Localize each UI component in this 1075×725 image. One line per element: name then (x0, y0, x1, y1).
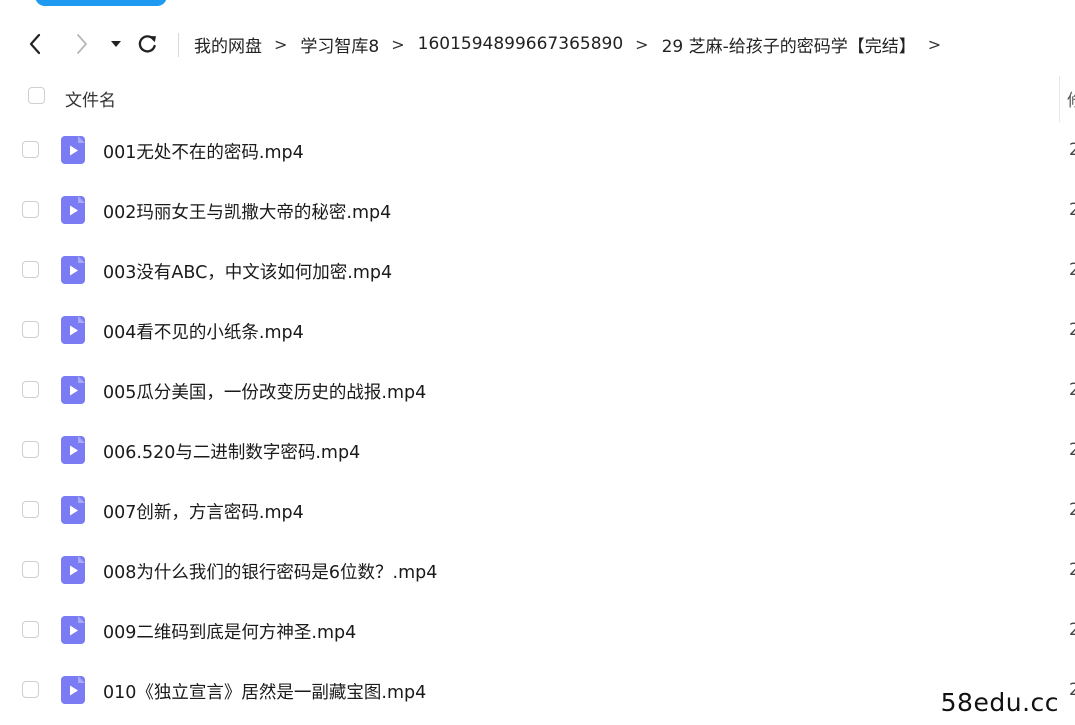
column-divider[interactable] (1059, 76, 1060, 122)
row-checkbox[interactable] (22, 201, 39, 218)
nav-divider (178, 33, 179, 57)
video-file-icon (61, 556, 85, 584)
file-row[interactable]: 006.520与二进制数字密码.mp4 2 (0, 420, 1075, 480)
file-row[interactable]: 005瓜分美国，一份改变历史的战报.mp4 2 (0, 360, 1075, 420)
row-checkbox[interactable] (22, 621, 39, 638)
file-name[interactable]: 003没有ABC，中文该如何加密.mp4 (103, 259, 392, 284)
row-checkbox[interactable] (22, 321, 39, 338)
file-row[interactable]: 004看不见的小纸条.mp4 2 (0, 300, 1075, 360)
file-row[interactable]: 009二维码到底是何方神圣.mp4 2 (0, 600, 1075, 660)
video-file-icon (61, 436, 85, 464)
modified-date: 2 (1069, 440, 1075, 460)
chevron-right-icon (77, 34, 87, 54)
file-row[interactable]: 008为什么我们的银行密码是6位数？.mp4 2 (0, 540, 1075, 600)
row-checkbox[interactable] (22, 561, 39, 578)
video-file-icon (61, 376, 85, 404)
modified-date: 2 (1069, 140, 1075, 160)
file-name[interactable]: 001无处不在的密码.mp4 (103, 139, 304, 164)
row-checkbox[interactable] (22, 441, 39, 458)
video-file-icon (61, 316, 85, 344)
file-list-header: 文件名 修 (0, 72, 1075, 122)
column-header-name[interactable]: 文件名 (65, 86, 116, 111)
modified-date: 2 (1069, 680, 1075, 700)
file-name[interactable]: 009二维码到底是何方神圣.mp4 (103, 619, 356, 644)
modified-date: 2 (1069, 620, 1075, 640)
refresh-button[interactable] (134, 22, 160, 66)
history-dropdown-button[interactable] (106, 22, 126, 66)
video-file-icon (61, 676, 85, 704)
file-name[interactable]: 007创新，方言密码.mp4 (103, 499, 304, 524)
video-file-icon (61, 496, 85, 524)
row-checkbox[interactable] (22, 381, 39, 398)
modified-date: 2 (1069, 260, 1075, 280)
breadcrumb-item-current[interactable]: 29 芝麻-给孩子的密码学【完结】 (662, 32, 916, 57)
breadcrumb-item-library[interactable]: 学习智库8 (300, 32, 379, 57)
modified-date: 2 (1069, 560, 1075, 580)
file-name[interactable]: 008为什么我们的银行密码是6位数？.mp4 (103, 559, 437, 584)
breadcrumb: 我的网盘 > 学习智库8 > 1601594899667365890 > 29 … (194, 22, 954, 66)
breadcrumb-item-id-folder[interactable]: 1601594899667365890 (418, 34, 624, 54)
row-checkbox[interactable] (22, 261, 39, 278)
video-file-icon (61, 136, 85, 164)
file-row[interactable]: 007创新，方言密码.mp4 2 (0, 480, 1075, 540)
file-name[interactable]: 010《独立宣言》居然是一副藏宝图.mp4 (103, 679, 426, 704)
file-row[interactable]: 002玛丽女王与凯撒大帝的秘密.mp4 2 (0, 180, 1075, 240)
row-checkbox[interactable] (22, 681, 39, 698)
row-checkbox[interactable] (22, 141, 39, 158)
modified-date: 2 (1069, 500, 1075, 520)
upload-button[interactable] (35, 0, 167, 6)
breadcrumb-separator: > (274, 34, 288, 54)
video-file-icon (61, 196, 85, 224)
watermark: 58edu.cc (940, 688, 1059, 717)
column-header-modified[interactable]: 修 (1067, 86, 1075, 111)
modified-date: 2 (1069, 320, 1075, 340)
file-name[interactable]: 005瓜分美国，一份改变历史的战报.mp4 (103, 379, 426, 404)
video-file-icon (61, 616, 85, 644)
file-name[interactable]: 006.520与二进制数字密码.mp4 (103, 439, 360, 464)
modified-date: 2 (1069, 380, 1075, 400)
back-button[interactable] (22, 22, 48, 66)
breadcrumb-separator: > (635, 34, 649, 54)
forward-button[interactable] (70, 22, 94, 66)
breadcrumb-separator: > (391, 34, 405, 54)
caret-down-icon (111, 41, 121, 47)
file-row[interactable]: 010《独立宣言》居然是一副藏宝图.mp4 2 (0, 660, 1075, 720)
file-name[interactable]: 002玛丽女王与凯撒大帝的秘密.mp4 (103, 199, 391, 224)
file-row[interactable]: 003没有ABC，中文该如何加密.mp4 2 (0, 240, 1075, 300)
file-row[interactable]: 001无处不在的密码.mp4 2 (0, 120, 1075, 180)
navigation-bar: 我的网盘 > 学习智库8 > 1601594899667365890 > 29 … (0, 22, 1075, 66)
select-all-checkbox[interactable] (28, 87, 45, 104)
chevron-left-icon (29, 33, 41, 55)
modified-date: 2 (1069, 200, 1075, 220)
refresh-icon (138, 35, 156, 53)
breadcrumb-item-root[interactable]: 我的网盘 (194, 32, 262, 57)
file-name[interactable]: 004看不见的小纸条.mp4 (103, 319, 304, 344)
breadcrumb-separator[interactable]: > (928, 35, 941, 54)
video-file-icon (61, 256, 85, 284)
row-checkbox[interactable] (22, 501, 39, 518)
